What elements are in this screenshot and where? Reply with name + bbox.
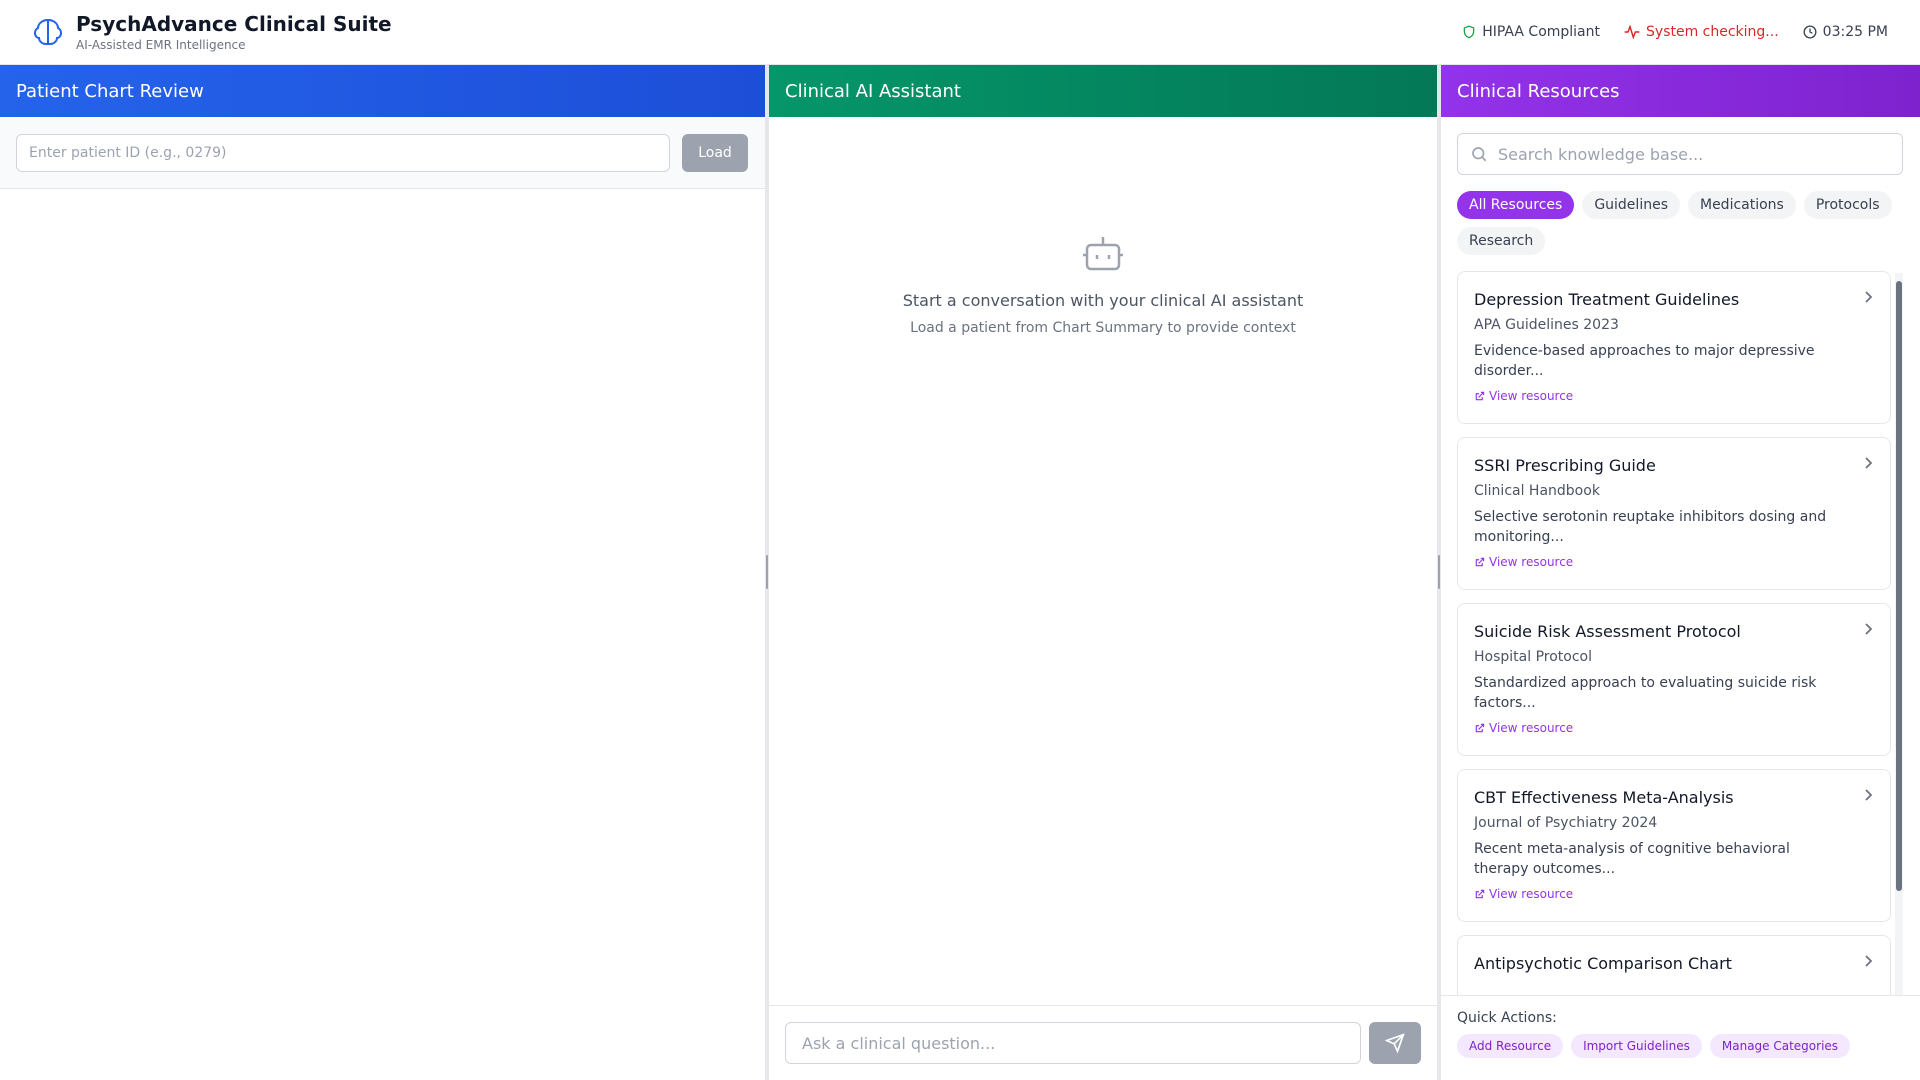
resource-filters: All Resources Guidelines Medications Pro…	[1457, 191, 1907, 255]
clinical-resources-panel: Clinical Resources All Resources Guideli…	[1441, 65, 1920, 1080]
scrollbar-thumb[interactable]	[1896, 281, 1902, 891]
patient-chart-panel: Patient Chart Review Load	[0, 65, 765, 1080]
patient-load-bar: Load	[0, 117, 765, 189]
resource-source: Hospital Protocol	[1474, 649, 1592, 665]
filter-all-resources[interactable]: All Resources	[1457, 191, 1575, 219]
resource-description: Evidence-based approaches to major depre…	[1474, 343, 1815, 379]
resource-list: Depression Treatment Guidelines APA Guid…	[1457, 271, 1903, 997]
quick-actions: Quick Actions: Add Resource Import Guide…	[1441, 995, 1920, 1080]
external-link-icon	[1475, 723, 1485, 732]
resource-description: Recent meta-analysis of cognitive behavi…	[1474, 841, 1790, 877]
external-link-icon	[1475, 889, 1485, 898]
external-link-icon	[1475, 557, 1485, 566]
knowledge-search[interactable]	[1457, 133, 1903, 175]
filter-medications[interactable]: Medications	[1687, 191, 1796, 219]
view-resource-link[interactable]: View resource	[1474, 389, 1874, 403]
hipaa-status: HIPAA Compliant	[1462, 24, 1600, 40]
chat-empty-state: Start a conversation with your clinical …	[769, 233, 1437, 336]
patient-chart-title: Patient Chart Review	[16, 80, 204, 102]
hipaa-label: HIPAA Compliant	[1482, 24, 1601, 40]
app-subtitle: AI-Assisted EMR Intelligence	[76, 37, 246, 52]
brand: PsychAdvance Clinical Suite AI-Assisted …	[32, 12, 392, 53]
clock: 03:25 PM	[1803, 24, 1888, 40]
chevron-right-icon	[1865, 789, 1873, 801]
brain-icon	[32, 16, 64, 48]
add-resource-button[interactable]: Add Resource	[1457, 1034, 1564, 1058]
external-link-icon	[1475, 391, 1485, 400]
resource-title: Antipsychotic Comparison Chart	[1474, 954, 1732, 973]
filter-guidelines[interactable]: Guidelines	[1582, 191, 1680, 219]
chevron-right-icon	[1865, 291, 1873, 303]
resource-card[interactable]: Antipsychotic Comparison Chart	[1457, 935, 1891, 997]
resource-title: SSRI Prescribing Guide	[1474, 456, 1656, 475]
send-icon	[1385, 1033, 1405, 1053]
resource-card[interactable]: SSRI Prescribing Guide Clinical Handbook…	[1457, 437, 1891, 590]
patient-id-input[interactable]	[16, 133, 670, 172]
system-status: System checking...	[1624, 24, 1779, 40]
filter-research[interactable]: Research	[1457, 227, 1546, 255]
view-resource-link[interactable]: View resource	[1474, 555, 1874, 569]
empty-state-title: Start a conversation with your clinical …	[902, 291, 1304, 310]
resizer-grip[interactable]	[766, 555, 768, 589]
app-title: PsychAdvance Clinical Suite	[76, 11, 392, 36]
quick-actions-label: Quick Actions:	[1457, 1010, 1557, 1026]
ai-assistant-title: Clinical AI Assistant	[785, 80, 961, 102]
app-header: PsychAdvance Clinical Suite AI-Assisted …	[0, 0, 1920, 65]
resource-description: Standardized approach to evaluating suic…	[1474, 675, 1817, 711]
manage-categories-button[interactable]: Manage Categories	[1709, 1034, 1851, 1058]
load-patient-button[interactable]: Load	[682, 133, 748, 172]
resource-list-scrollbar[interactable]	[1895, 273, 1903, 995]
resource-description: Selective serotonin reuptake inhibitors …	[1474, 509, 1827, 545]
view-resource-link[interactable]: View resource	[1474, 721, 1874, 735]
clinical-resources-header: Clinical Resources	[1441, 65, 1920, 117]
view-resource-link[interactable]: View resource	[1474, 887, 1874, 901]
resource-title: Suicide Risk Assessment Protocol	[1474, 622, 1741, 641]
clock-time: 03:25 PM	[1822, 24, 1888, 40]
knowledge-search-input[interactable]	[1498, 144, 1878, 164]
bot-icon	[1081, 233, 1125, 277]
chat-input[interactable]	[785, 1022, 1361, 1064]
chat-input-bar	[769, 1005, 1437, 1080]
patient-chart-header: Patient Chart Review	[0, 65, 765, 117]
resource-title: CBT Effectiveness Meta-Analysis	[1474, 788, 1734, 807]
search-icon	[1472, 147, 1487, 162]
clock-icon	[1803, 25, 1817, 39]
chevron-right-icon	[1865, 623, 1873, 635]
clinical-resources-title: Clinical Resources	[1457, 80, 1620, 102]
resource-title: Depression Treatment Guidelines	[1474, 290, 1740, 309]
chevron-right-icon	[1865, 457, 1873, 469]
filter-protocols[interactable]: Protocols	[1803, 191, 1892, 219]
send-button[interactable]	[1369, 1022, 1421, 1064]
empty-state-subtitle: Load a patient from Chart Summary to pro…	[910, 320, 1296, 336]
resource-card[interactable]: CBT Effectiveness Meta-Analysis Journal …	[1457, 769, 1891, 922]
resource-source: Journal of Psychiatry 2024	[1474, 815, 1658, 831]
system-status-label: System checking...	[1646, 24, 1779, 40]
resource-card[interactable]: Depression Treatment Guidelines APA Guid…	[1457, 271, 1891, 424]
resource-source: APA Guidelines 2023	[1474, 317, 1619, 333]
resource-source: Clinical Handbook	[1474, 483, 1600, 499]
activity-icon	[1624, 25, 1640, 39]
ai-assistant-header: Clinical AI Assistant	[769, 65, 1437, 117]
resizer-grip[interactable]	[1438, 555, 1440, 589]
ai-assistant-panel: Clinical AI Assistant Start a conversati…	[769, 65, 1437, 1080]
shield-icon	[1463, 25, 1475, 39]
chevron-right-icon	[1865, 955, 1873, 967]
import-guidelines-button[interactable]: Import Guidelines	[1571, 1034, 1702, 1058]
resource-card[interactable]: Suicide Risk Assessment Protocol Hospita…	[1457, 603, 1891, 756]
